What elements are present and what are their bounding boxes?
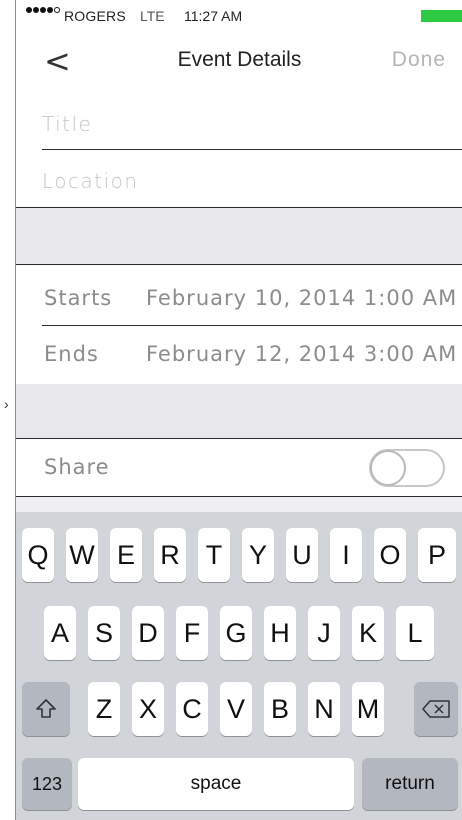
shift-key[interactable] [22, 682, 70, 736]
numbers-key[interactable]: 123 [22, 758, 72, 810]
key-b[interactable]: B [264, 682, 296, 736]
key-l[interactable]: L [396, 606, 434, 660]
toggle-knob [370, 450, 406, 486]
ends-value: February 12, 2014 3:00 AM [146, 342, 458, 366]
key-n[interactable]: N [308, 682, 340, 736]
starts-label: Starts [44, 286, 113, 310]
navigation-bar: < Event Details Done [16, 36, 462, 92]
key-o[interactable]: O [374, 528, 406, 582]
side-arrow-icon: › [4, 396, 9, 412]
keyboard: Q W E R T Y U I O P A S D F G H J K L Z … [16, 512, 462, 820]
backspace-icon [422, 700, 450, 718]
key-k[interactable]: K [352, 606, 384, 660]
carrier-name: ROGERS [64, 8, 126, 24]
key-w[interactable]: W [66, 528, 98, 582]
share-label: Share [44, 455, 110, 479]
key-z[interactable]: Z [88, 682, 120, 736]
key-j[interactable]: J [308, 606, 340, 660]
section-spacer [16, 384, 462, 438]
signal-strength-icon [26, 7, 61, 13]
share-toggle[interactable] [369, 449, 445, 487]
location-field[interactable]: Location [42, 153, 462, 209]
done-button[interactable]: Done [392, 48, 446, 72]
phone-screen: ROGERS LTE 11:27 AM < Event Details Done… [15, 0, 462, 820]
starts-value: February 10, 2014 1:00 AM [146, 286, 458, 310]
key-r[interactable]: R [154, 528, 186, 582]
key-i[interactable]: I [330, 528, 362, 582]
section-spacer [16, 497, 462, 512]
key-y[interactable]: Y [242, 528, 274, 582]
network-type: LTE [140, 8, 165, 24]
battery-icon [421, 10, 462, 22]
return-key[interactable]: return [362, 758, 458, 810]
key-e[interactable]: E [110, 528, 142, 582]
ends-label: Ends [44, 342, 99, 366]
key-u[interactable]: U [286, 528, 318, 582]
title-field[interactable]: Title [42, 96, 462, 152]
shift-arrow-icon [36, 699, 56, 718]
key-t[interactable]: T [198, 528, 230, 582]
status-bar: ROGERS LTE 11:27 AM [16, 0, 462, 36]
divider [42, 325, 462, 326]
key-p[interactable]: P [418, 528, 456, 582]
section-spacer [16, 208, 462, 264]
key-m[interactable]: M [352, 682, 384, 736]
divider [16, 264, 462, 265]
key-x[interactable]: X [132, 682, 164, 736]
key-a[interactable]: A [44, 606, 76, 660]
key-v[interactable]: V [220, 682, 252, 736]
key-f[interactable]: F [176, 606, 208, 660]
key-h[interactable]: H [264, 606, 296, 660]
key-s[interactable]: S [88, 606, 120, 660]
location-placeholder: Location [42, 169, 139, 193]
divider [16, 438, 462, 439]
space-key[interactable]: space [78, 758, 354, 810]
divider [42, 149, 462, 150]
key-g[interactable]: G [220, 606, 252, 660]
status-time: 11:27 AM [184, 8, 243, 24]
delete-key[interactable] [414, 682, 458, 736]
key-c[interactable]: C [176, 682, 208, 736]
key-q[interactable]: Q [22, 528, 54, 582]
title-placeholder: Title [42, 112, 93, 136]
key-d[interactable]: D [132, 606, 164, 660]
